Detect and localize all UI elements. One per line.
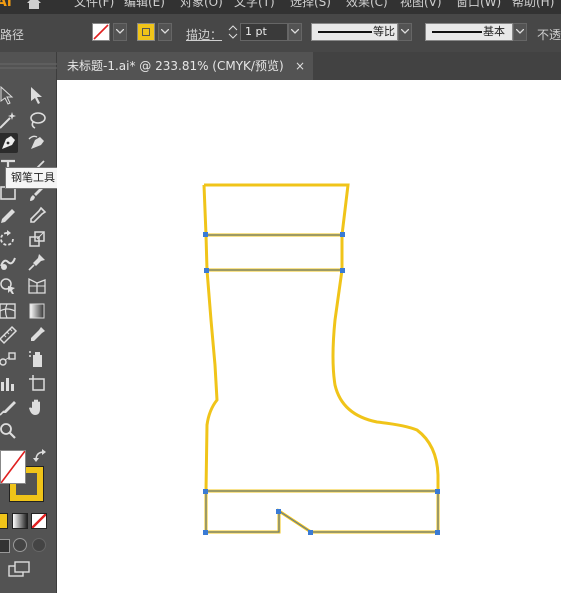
lasso-icon[interactable] [27, 110, 47, 130]
variable-width-profile[interactable]: 等比 [311, 23, 398, 41]
column-graph-icon[interactable] [0, 373, 18, 393]
stroke-dropdown[interactable] [158, 23, 172, 41]
brush-definition[interactable]: 基本 [425, 23, 513, 41]
tools-panel [0, 52, 57, 593]
menu-window[interactable]: 窗口(W) [456, 0, 501, 10]
fill-swatch[interactable] [92, 23, 110, 41]
gradient-mode-button[interactable] [12, 513, 28, 529]
menu-object[interactable]: 对象(O) [180, 0, 223, 10]
color-mode-button[interactable] [0, 513, 8, 529]
stroke-weight-stepper[interactable] [226, 23, 240, 41]
eyedropper-icon[interactable] [27, 206, 47, 226]
anchor-point[interactable] [203, 530, 208, 535]
boot-outline-path[interactable] [204, 183, 440, 491]
fill-dropdown[interactable] [113, 23, 127, 41]
curvature-tool-icon[interactable] [27, 133, 47, 153]
gradient-tool-icon[interactable] [27, 301, 47, 321]
profile-dropdown[interactable] [398, 23, 412, 41]
menu-edit[interactable]: 编辑(E) [124, 0, 165, 10]
zoom-tool-icon[interactable] [0, 421, 18, 441]
menu-bar: Ai 文件(F) 编辑(E) 对象(O) 文字(T) 选择(S) 效果(C) 视… [0, 0, 561, 14]
anchor-point[interactable] [435, 489, 440, 494]
none-mode-button[interactable] [31, 513, 47, 529]
boot-left-edge-path[interactable] [202, 184, 219, 492]
swap-colors-icon[interactable] [33, 448, 53, 468]
chevron-down-icon [161, 29, 169, 34]
anchor-point[interactable] [276, 509, 281, 514]
pencil-icon[interactable] [0, 206, 18, 226]
menu-file[interactable]: 文件(F) [74, 0, 114, 10]
opacity-label[interactable]: 不透 [537, 26, 561, 43]
profile-label: 等比 [373, 25, 395, 38]
shape-builder-icon[interactable] [0, 276, 18, 296]
blend-tool-icon[interactable] [0, 349, 18, 369]
chevron-down-icon [401, 29, 409, 34]
menu-effect[interactable]: 效果(C) [346, 0, 388, 10]
chevron-down-icon [516, 29, 524, 34]
selection-tool-icon[interactable] [27, 85, 47, 105]
app-logo: Ai [0, 0, 12, 10]
anchor-point[interactable] [340, 232, 345, 237]
draw-normal-button[interactable] [0, 539, 10, 553]
control-bar: 路径 描边： 1 pt 等比 基本 不透 [0, 14, 561, 53]
artboard-canvas[interactable] [57, 80, 561, 593]
hand-tool-icon[interactable] [27, 397, 47, 417]
stroke-weight-dropdown[interactable] [288, 23, 302, 41]
warp-tool-icon[interactable] [0, 252, 18, 272]
close-icon[interactable]: × [295, 52, 305, 80]
slice-tool-icon[interactable] [0, 397, 18, 417]
pen-tool-icon[interactable] [0, 133, 18, 153]
anchor-point[interactable] [435, 530, 440, 535]
anchor-point[interactable] [203, 232, 208, 237]
anchor-point[interactable] [204, 268, 209, 273]
magic-wand-icon[interactable] [0, 110, 18, 130]
document-tab[interactable]: 未标题-1.ai* @ 233.81% (CMYK/预览) × [57, 52, 313, 80]
home-icon[interactable] [26, 0, 42, 9]
menu-help[interactable]: 帮助(H) [512, 0, 554, 10]
draw-inside-button[interactable] [32, 538, 46, 552]
menu-select[interactable]: 选择(S) [290, 0, 331, 10]
draw-behind-button[interactable] [13, 538, 27, 552]
anchor-point[interactable] [308, 530, 313, 535]
document-tab-bar: 未标题-1.ai* @ 233.81% (CMYK/预览) × [57, 52, 561, 80]
mesh-tool-icon[interactable] [0, 301, 18, 321]
anchor-point[interactable] [203, 489, 208, 494]
menu-view[interactable]: 视图(V) [400, 0, 442, 10]
sole-selection-path [205, 490, 439, 533]
chevron-down-icon [116, 29, 124, 34]
scale-tool-icon[interactable] [27, 229, 47, 249]
fill-indicator[interactable] [0, 450, 26, 484]
brush-dropdown[interactable] [513, 23, 527, 41]
symbol-sprayer-icon[interactable] [27, 349, 47, 369]
object-type-label: 路径 [0, 28, 25, 42]
puppet-warp-icon[interactable] [27, 252, 47, 272]
eyedropper-icon[interactable] [27, 325, 47, 345]
artboard-tool-icon[interactable] [27, 373, 47, 393]
stroke-weight-input[interactable]: 1 pt [240, 23, 288, 41]
sole-path[interactable] [204, 489, 440, 534]
chevron-down-icon [291, 29, 299, 34]
document-title: 未标题-1.ai* @ 233.81% (CMYK/预览) [67, 59, 284, 73]
boot-artwork[interactable] [57, 80, 561, 593]
stroke-swatch[interactable] [137, 23, 155, 41]
direct-selection-tool-icon[interactable] [0, 85, 18, 105]
perspective-grid-icon[interactable] [27, 276, 47, 296]
stroke-label[interactable]: 描边： [186, 26, 222, 43]
brush-label: 基本 [483, 25, 505, 38]
measure-icon[interactable] [0, 325, 18, 345]
rotate-tool-icon[interactable] [0, 229, 18, 249]
screen-mode-icon[interactable] [7, 560, 31, 580]
anchor-point[interactable] [340, 268, 345, 273]
menu-type[interactable]: 文字(T) [234, 0, 275, 10]
